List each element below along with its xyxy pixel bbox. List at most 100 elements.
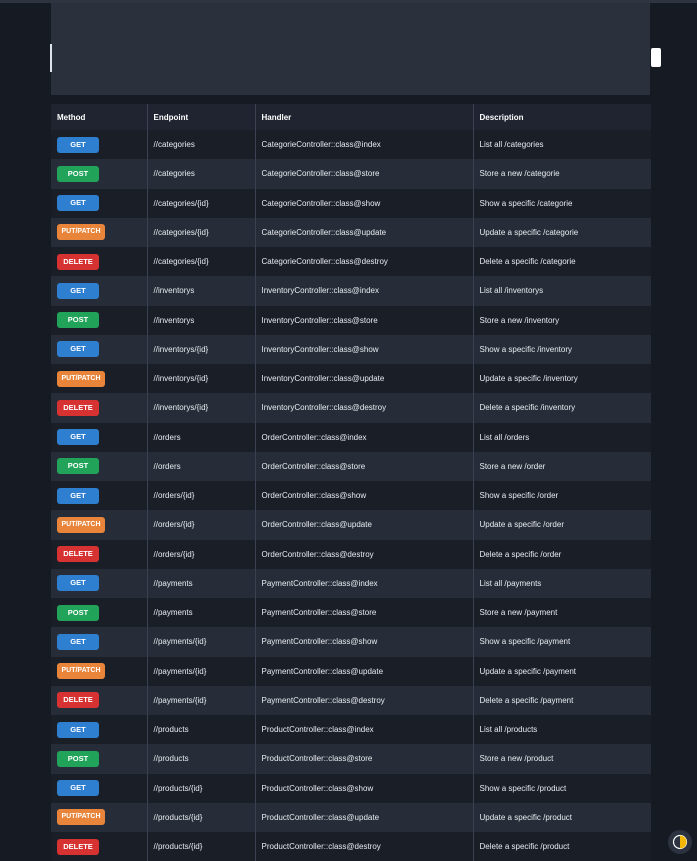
endpoint-cell: //payments/{id} <box>147 627 256 657</box>
table-row: GET //inventorys InventoryController::clas… <box>51 276 651 306</box>
endpoint-cell: //categories/{id} <box>147 217 256 247</box>
method-cell: GET <box>51 715 148 745</box>
endpoint-cell: //inventorys/{id} <box>147 334 256 364</box>
method-badge: GET <box>57 341 99 358</box>
description-cell: Delete a specific /payment <box>479 695 574 705</box>
table-row: GET //categories/{id} CategorieController:… <box>51 188 651 218</box>
table-row: DELETE //categories/{id} CategorieControll… <box>51 247 651 277</box>
description-cell: List all /inventorys <box>479 286 544 296</box>
handler-cell: OrderController::class@update <box>255 510 474 540</box>
handler-cell: InventoryController::class@show <box>255 334 474 364</box>
table-row: GET //categories CategorieController::clas… <box>51 130 651 160</box>
endpoint-cell: //orders <box>147 451 256 481</box>
method-badge: GET <box>57 780 99 797</box>
table-row: POST //products ProductController::class@s… <box>51 744 651 774</box>
endpoint-cell: //inventorys <box>147 305 256 335</box>
table-row: PUT/PATCH //products/{id} ProductControlle… <box>51 802 651 832</box>
handler-cell: InventoryController::class@index <box>255 276 474 306</box>
endpoint-cell: //products/{id} <box>147 773 256 803</box>
method-badge: DELETE <box>57 399 99 416</box>
method-cell: GET <box>51 627 148 657</box>
endpoint-cell: //products/{id} <box>147 832 256 861</box>
table-row: DELETE //payments/{id} PaymentController::… <box>51 685 651 715</box>
description-cell: List all /categories <box>479 140 544 150</box>
endpoint-cell: //categories/{id} <box>147 247 256 277</box>
method-cell: POST <box>51 744 148 774</box>
method-badge: PUT/PATCH <box>57 663 105 680</box>
table-row: PUT/PATCH //payments/{id} PaymentControlle… <box>51 656 651 686</box>
handler-cell: ProductController::class@store <box>255 744 474 774</box>
handler-cell: ProductController::class@show <box>255 773 474 803</box>
handler-cell: InventoryController::class@store <box>255 305 474 335</box>
table-row: DELETE //inventorys/{id} InventoryControll… <box>51 393 651 423</box>
table-row: GET //orders OrderController::class@index L… <box>51 422 651 452</box>
description-cell: Show a specific /categorie <box>479 198 573 208</box>
method-cell: GET <box>51 773 148 803</box>
method-badge: PUT/PATCH <box>57 516 105 533</box>
table-row: GET //products/{id} ProductController::cla… <box>51 773 651 803</box>
method-badge: POST <box>57 312 99 329</box>
handler-cell: CategorieController::class@update <box>255 217 474 247</box>
column-header-handler: Handler <box>255 104 474 130</box>
method-badge: GET <box>57 195 99 212</box>
method-badge: POST <box>57 458 99 475</box>
method-cell: DELETE <box>51 685 148 715</box>
description-cell: Show a specific /payment <box>479 637 571 647</box>
endpoint-cell: //payments <box>147 598 256 628</box>
endpoint-cell: //categories <box>147 130 256 160</box>
method-cell: DELETE <box>51 393 148 423</box>
endpoint-cell: //inventorys/{id} <box>147 393 256 423</box>
handler-cell: InventoryController::class@destroy <box>255 393 474 423</box>
handler-cell: PaymentController::class@index <box>255 568 474 598</box>
handler-cell: ProductController::class@update <box>255 802 474 832</box>
table-row: POST //categories CategorieController::cla… <box>51 159 651 189</box>
method-badge: GET <box>57 282 99 299</box>
endpoint-cell: //orders/{id} <box>147 510 256 540</box>
table-row: PUT/PATCH //orders/{id} OrderController::c… <box>51 510 651 540</box>
method-cell: POST <box>51 598 148 628</box>
method-cell: PUT/PATCH <box>51 217 148 247</box>
description-cell: Delete a specific /inventory <box>479 403 576 413</box>
description-cell: Delete a specific /product <box>479 842 570 852</box>
method-cell: DELETE <box>51 247 148 277</box>
method-badge: GET <box>57 136 99 153</box>
table-row: DELETE //products/{id} ProductController::… <box>51 832 651 861</box>
method-badge: GET <box>57 487 99 504</box>
method-cell: POST <box>51 451 148 481</box>
table-row: POST //inventorys InventoryController::cla… <box>51 305 651 335</box>
handler-cell: ProductController::class@index <box>255 715 474 745</box>
method-cell: GET <box>51 422 148 452</box>
handler-cell: OrderController::class@show <box>255 481 474 511</box>
description-cell: Store a new /categorie <box>479 169 560 179</box>
method-cell: PUT/PATCH <box>51 364 148 394</box>
endpoint-cell: //products <box>147 744 256 774</box>
table-row: PUT/PATCH //categories/{id} CategorieContr… <box>51 217 651 247</box>
method-cell: GET <box>51 568 148 598</box>
handler-cell: InventoryController::class@update <box>255 364 474 394</box>
method-cell: GET <box>51 130 148 160</box>
method-badge: GET <box>57 721 99 738</box>
description-cell: Store a new /inventory <box>479 315 560 325</box>
method-badge: PUT/PATCH <box>57 370 105 387</box>
column-header-description: Description <box>479 112 524 122</box>
endpoint-cell: //categories/{id} <box>147 188 256 218</box>
handler-cell: CategorieController::class@store <box>255 159 474 189</box>
method-cell: PUT/PATCH <box>51 510 148 540</box>
method-badge: DELETE <box>57 838 99 855</box>
description-cell: Update a specific /order <box>479 520 565 530</box>
handler-cell: OrderController::class@index <box>255 422 474 452</box>
endpoint-cell: //payments/{id} <box>147 656 256 686</box>
method-badge: DELETE <box>57 692 99 709</box>
description-cell: Store a new /payment <box>479 608 558 618</box>
method-badge: POST <box>57 604 99 621</box>
method-cell: DELETE <box>51 539 148 569</box>
handler-cell: CategorieController::class@destroy <box>255 247 474 277</box>
endpoint-cell: //orders <box>147 422 256 452</box>
description-cell: Show a specific /order <box>479 491 559 501</box>
theme-toggle-button[interactable] <box>668 830 692 854</box>
endpoint-cell: //payments <box>147 568 256 598</box>
description-cell: Show a specific /product <box>479 783 567 793</box>
handler-cell: PaymentController::class@update <box>255 656 474 686</box>
scroll-indicator[interactable] <box>651 48 661 67</box>
column-header-method: Method <box>51 104 148 130</box>
